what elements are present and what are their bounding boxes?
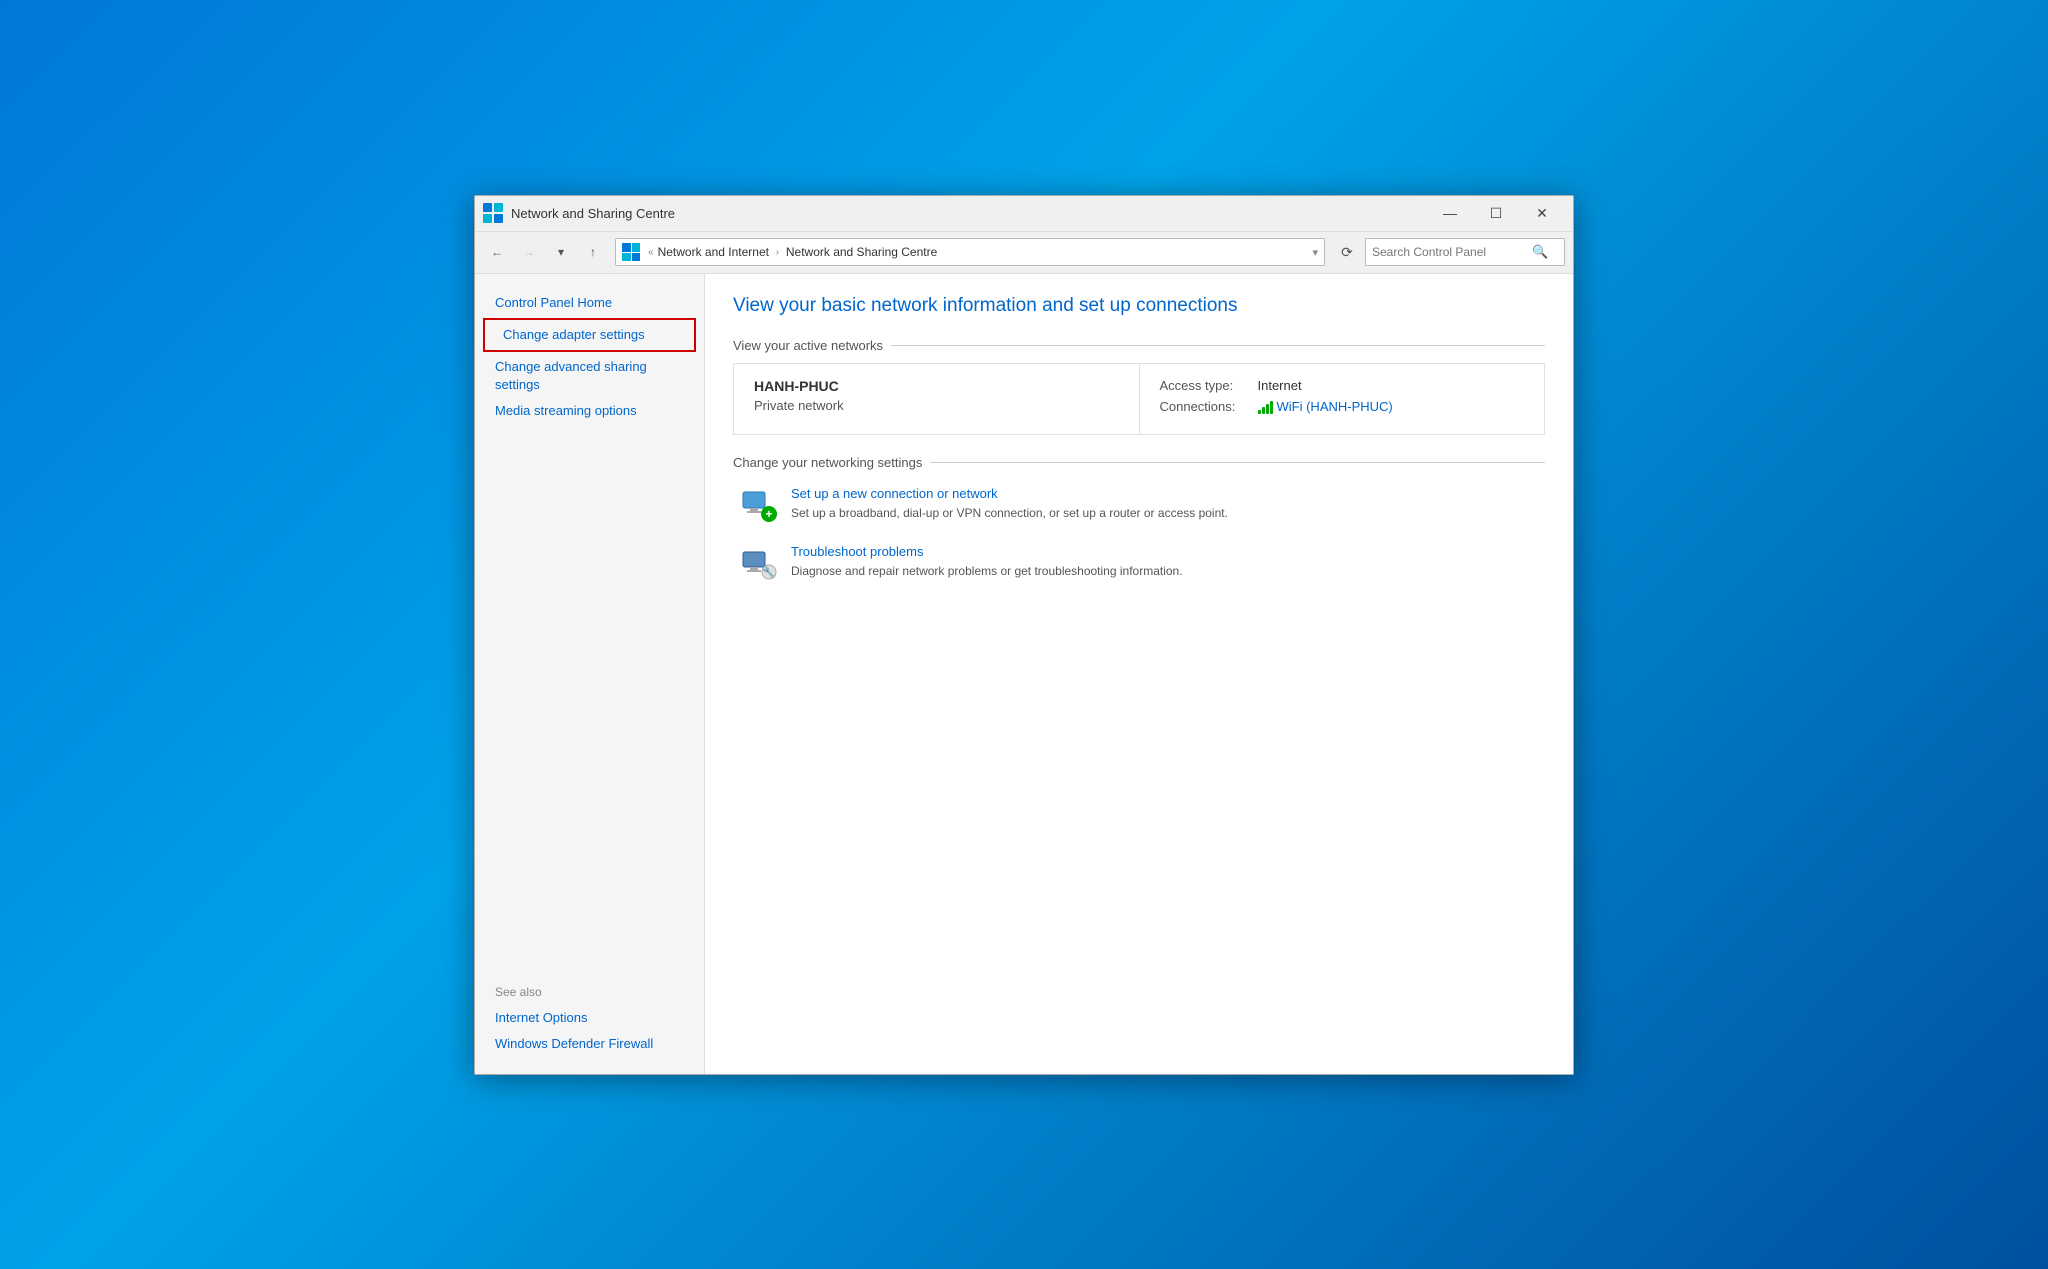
access-type-value: Internet <box>1258 378 1302 393</box>
up-button[interactable]: ↑ <box>579 238 607 266</box>
main-window: Network and Sharing Centre — ☐ ✕ ← → ▾ ↑… <box>474 195 1574 1075</box>
back-button[interactable]: ← <box>483 238 511 266</box>
network-card: HANH-PHUC Private network Access type: I… <box>733 363 1545 435</box>
new-connection-svg: + <box>741 488 777 524</box>
network-info: HANH-PHUC Private network <box>734 364 1140 434</box>
address-dropdown-icon[interactable]: ▾ <box>1312 246 1318 259</box>
address-bar[interactable]: « Network and Internet › Network and Sha… <box>615 238 1325 266</box>
new-connection-icon: + <box>741 488 777 524</box>
active-networks-label: View your active networks <box>733 338 1545 353</box>
connections-label: Connections: <box>1160 399 1250 414</box>
sidebar: Control Panel Home Change adapter settin… <box>475 274 705 1074</box>
svg-text:🔧: 🔧 <box>762 565 776 579</box>
connections-row: Connections: WiFi (HANH-PHUC) <box>1160 399 1525 414</box>
nav-bar: ← → ▾ ↑ « Network and Internet › Network… <box>475 232 1573 274</box>
sidebar-item-home[interactable]: Control Panel Home <box>475 290 704 316</box>
content-area: Control Panel Home Change adapter settin… <box>475 274 1573 1074</box>
option-new-connection: + Set up a new connection or network Set… <box>733 486 1545 524</box>
title-bar: Network and Sharing Centre — ☐ ✕ <box>475 196 1573 232</box>
refresh-button[interactable]: ⟳ <box>1333 238 1361 266</box>
address-part1: Network and Internet <box>658 245 769 259</box>
address-icon <box>622 243 640 261</box>
option-troubleshoot: 🔧 Troubleshoot problems Diagnose and rep… <box>733 544 1545 582</box>
sidebar-item-internet[interactable]: Internet Options <box>475 1005 704 1031</box>
address-part2: Network and Sharing Centre <box>786 245 937 259</box>
dropdown-button[interactable]: ▾ <box>547 238 575 266</box>
maximize-button[interactable]: ☐ <box>1473 198 1519 228</box>
option2-link[interactable]: Troubleshoot problems <box>791 544 1183 559</box>
option1-link[interactable]: Set up a new connection or network <box>791 486 1228 501</box>
minimize-button[interactable]: — <box>1427 198 1473 228</box>
search-icon: 🔍 <box>1532 244 1548 260</box>
sidebar-item-adapter[interactable]: Change adapter settings <box>483 318 696 352</box>
sidebar-item-sharing[interactable]: Change advanced sharing settings <box>475 354 704 398</box>
see-also-label: See also <box>475 961 704 1005</box>
address-chevron: « <box>648 247 654 258</box>
sidebar-item-media[interactable]: Media streaming options <box>475 398 704 424</box>
wifi-connection-link[interactable]: WiFi (HANH-PHUC) <box>1258 399 1393 414</box>
window-title: Network and Sharing Centre <box>511 206 1427 221</box>
access-type-label: Access type: <box>1160 378 1250 393</box>
window-controls: — ☐ ✕ <box>1427 198 1565 228</box>
search-bar[interactable]: 🔍 <box>1365 238 1565 266</box>
page-title: View your basic network information and … <box>733 294 1545 319</box>
wifi-signal-icon <box>1258 400 1273 414</box>
svg-text:+: + <box>765 507 772 521</box>
option1-text: Set up a new connection or network Set u… <box>791 486 1228 522</box>
network-name: HANH-PHUC <box>754 378 1119 394</box>
option2-desc: Diagnose and repair network problems or … <box>791 564 1183 578</box>
option2-text: Troubleshoot problems Diagnose and repai… <box>791 544 1183 580</box>
option1-desc: Set up a broadband, dial-up or VPN conne… <box>791 506 1228 520</box>
network-access: Access type: Internet Connections: <box>1140 364 1545 434</box>
address-sep: › <box>773 247 782 258</box>
access-type-row: Access type: Internet <box>1160 378 1525 393</box>
wifi-connection-label: WiFi (HANH-PHUC) <box>1277 399 1393 414</box>
network-type: Private network <box>754 398 1119 413</box>
troubleshoot-svg: 🔧 <box>741 546 777 582</box>
main-content: View your basic network information and … <box>705 274 1573 1074</box>
app-icon <box>483 203 503 223</box>
close-button[interactable]: ✕ <box>1519 198 1565 228</box>
troubleshoot-icon: 🔧 <box>741 546 777 582</box>
sidebar-item-firewall[interactable]: Windows Defender Firewall <box>475 1031 704 1057</box>
change-networking-label: Change your networking settings <box>733 455 1545 470</box>
search-input[interactable] <box>1372 245 1532 259</box>
forward-button[interactable]: → <box>515 238 543 266</box>
